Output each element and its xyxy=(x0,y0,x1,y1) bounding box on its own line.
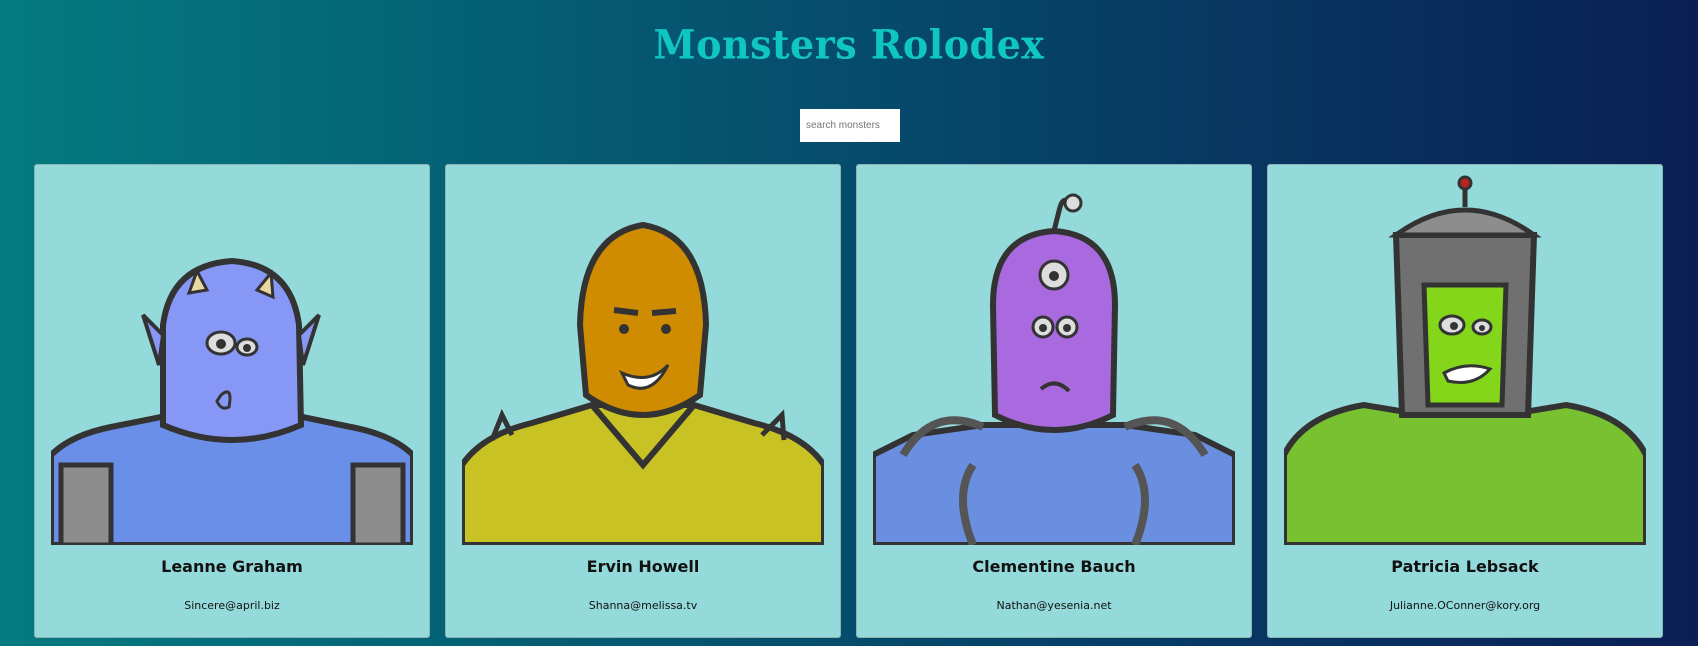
monster-avatar xyxy=(873,165,1235,545)
monster-email: Julianne.OConner@kory.org xyxy=(1389,599,1541,612)
monster-avatar xyxy=(462,165,824,545)
monster-name: Ervin Howell xyxy=(586,557,700,576)
monster-avatar xyxy=(51,165,413,545)
monster-card[interactable]: Patricia Lebsack Julianne.OConner@kory.o… xyxy=(1267,164,1663,638)
search-input[interactable] xyxy=(800,109,900,142)
app-title: Monsters Rolodex xyxy=(653,20,1045,69)
monster-avatar xyxy=(1284,165,1646,545)
monster-card[interactable]: Leanne Graham Sincere@april.biz xyxy=(34,164,430,638)
monster-email: Nathan@yesenia.net xyxy=(996,599,1112,612)
monster-card[interactable]: Ervin Howell Shanna@melissa.tv xyxy=(445,164,841,638)
monster-name: Clementine Bauch xyxy=(972,557,1136,576)
monster-name: Leanne Graham xyxy=(161,557,303,576)
monster-email: Shanna@melissa.tv xyxy=(588,599,698,612)
monster-name: Patricia Lebsack xyxy=(1391,557,1539,576)
monster-email: Sincere@april.biz xyxy=(184,599,280,612)
monster-card[interactable]: Clementine Bauch Nathan@yesenia.net xyxy=(856,164,1252,638)
